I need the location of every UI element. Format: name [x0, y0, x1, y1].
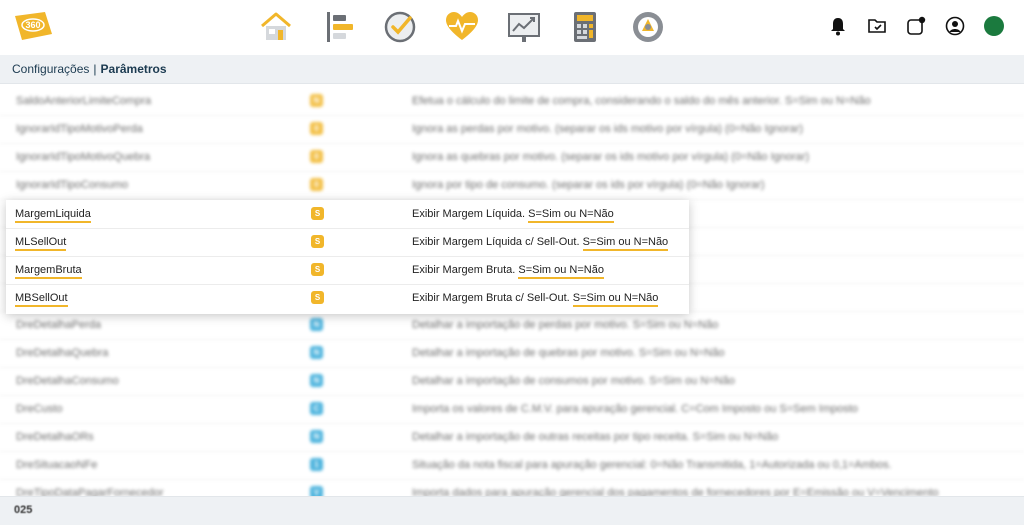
- param-value-badge: 0: [310, 178, 323, 191]
- table-row[interactable]: DreDetalhaQuebra N Detalhar a importação…: [0, 339, 1024, 368]
- param-description: Detalhar a importação de perdas por moti…: [412, 319, 719, 331]
- param-value-badge: 1: [310, 458, 323, 471]
- param-description: Exibir Margem Bruta c/ Sell-Out.: [412, 292, 573, 304]
- hierarchy-icon[interactable]: [322, 9, 358, 45]
- param-value-badge: 0: [310, 150, 323, 163]
- table-row[interactable]: MLSellOut S Exibir Margem Líquida c/ Sel…: [6, 228, 689, 257]
- table-footer: 025: [0, 496, 1024, 525]
- param-name: MargemBruta: [15, 264, 82, 279]
- breadcrumb-current: Parâmetros: [100, 62, 167, 76]
- notification-app-icon[interactable]: [906, 16, 926, 36]
- param-name: IgnorarIdTipoMotivoQuebra: [16, 151, 151, 163]
- param-name: DreTipoDataPagarFornecedor: [16, 487, 164, 496]
- param-description-highlight: S=Sim ou N=Não: [582, 236, 669, 251]
- param-description: Detalhar a importação de consumos por mo…: [412, 375, 735, 387]
- table-row[interactable]: IgnorarIdTipoConsumo 0 Ignora por tipo d…: [0, 171, 1024, 200]
- table-row[interactable]: IgnorarIdTipoMotivoPerda 0 Ignora as per…: [0, 115, 1024, 144]
- param-name: DreDetalhaConsumo: [16, 375, 119, 387]
- param-description-highlight: S=Sim ou N=Não: [572, 292, 659, 307]
- logo-text: 360: [25, 20, 40, 30]
- param-name: SaldoAnteriorLimiteCompra: [16, 95, 152, 107]
- param-description-highlight: S=Sim ou N=Não: [518, 264, 604, 279]
- breadcrumb-separator: |: [93, 62, 97, 76]
- table-row[interactable]: SaldoAnteriorLimiteCompra N Efetua o cál…: [0, 87, 1024, 116]
- param-name: DreDetalhaQuebra: [16, 347, 109, 359]
- param-description: Ignora as perdas por motivo. (separar os…: [412, 123, 803, 135]
- param-value-badge: N: [310, 94, 323, 107]
- param-description: Situação da nota fiscal para apuração ge…: [412, 459, 892, 471]
- check-circle-icon[interactable]: [382, 9, 418, 45]
- param-description: Exibir Margem Líquida.: [412, 208, 529, 220]
- param-description: Importa dados para apuração gerencial do…: [412, 487, 939, 496]
- param-description: Efetua o cálculo do limite de compra, co…: [412, 95, 871, 107]
- param-value-badge: N: [310, 318, 323, 331]
- param-name: MLSellOut: [15, 236, 67, 251]
- table-row[interactable]: DreTipoDataPagarFornecedor V Importa dad…: [0, 479, 1024, 496]
- table-row[interactable]: DreDetalhaConsumo N Detalhar a importaçã…: [0, 367, 1024, 396]
- param-name: DreCusto: [16, 403, 63, 415]
- param-value-badge: V: [310, 486, 323, 496]
- param-description: Exibir Margem Líquida c/ Sell-Out.: [412, 236, 583, 248]
- param-description-highlight: S=Sim ou N=Não: [528, 208, 614, 223]
- param-value-badge: N: [310, 430, 323, 443]
- param-name: DreSituacaoNFe: [16, 459, 98, 471]
- folder-check-icon[interactable]: [867, 16, 887, 36]
- settings-gear-icon[interactable]: [630, 9, 666, 45]
- table-row[interactable]: MBSellOut S Exibir Margem Bruta c/ Sell-…: [6, 284, 689, 312]
- breadcrumb-parent[interactable]: Configurações: [12, 62, 89, 76]
- param-value-badge: N: [310, 374, 323, 387]
- top-bar: 360: [0, 0, 1024, 55]
- record-count: 025: [14, 504, 33, 516]
- param-name: MBSellOut: [15, 292, 68, 307]
- table-row[interactable]: DreSituacaoNFe 1 Situação da nota fiscal…: [0, 451, 1024, 480]
- table-row[interactable]: MargemLiquida S Exibir Margem Líquida. S…: [6, 200, 689, 229]
- table-row[interactable]: DreCusto C Importa os valores de C.M.V. …: [0, 395, 1024, 424]
- table-row[interactable]: DreDetalhaORs N Detalhar a importação de…: [0, 423, 1024, 452]
- param-name: IgnorarIdTipoConsumo: [16, 179, 129, 191]
- highlighted-rows-card: MargemLiquida S Exibir Margem Líquida. S…: [6, 200, 689, 314]
- param-value-badge: C: [310, 402, 323, 415]
- calculator-icon[interactable]: [568, 9, 604, 45]
- app-logo[interactable]: 360: [12, 10, 54, 42]
- home-icon[interactable]: [258, 9, 294, 45]
- bell-icon[interactable]: [828, 16, 848, 36]
- table-row[interactable]: IgnorarIdTipoMotivoQuebra 0 Ignora as qu…: [0, 143, 1024, 172]
- param-description: Detalhar a importação de outras receitas…: [412, 431, 779, 443]
- param-value-badge: S: [311, 291, 324, 304]
- param-value-badge: S: [311, 207, 324, 220]
- param-name: MargemLiquida: [15, 208, 91, 223]
- breadcrumb: Configurações | Parâmetros: [12, 62, 167, 76]
- param-description: Ignora as quebras por motivo. (separar o…: [412, 151, 810, 163]
- param-value-badge: S: [311, 263, 324, 276]
- param-description: Exibir Margem Bruta.: [412, 264, 519, 276]
- table-row[interactable]: MargemBruta S Exibir Margem Bruta. S=Sim…: [6, 256, 689, 285]
- param-value-badge: S: [311, 235, 324, 248]
- param-description: Detalhar a importação de quebras por mot…: [412, 347, 725, 359]
- chart-board-icon[interactable]: [506, 9, 542, 45]
- breadcrumb-bar: Configurações | Parâmetros: [0, 55, 1024, 84]
- table-row[interactable]: DreDetalhaPerda N Detalhar a importação …: [0, 311, 1024, 340]
- param-value-badge: N: [310, 346, 323, 359]
- heart-pulse-icon[interactable]: [444, 9, 480, 45]
- param-description: Importa os valores de C.M.V. para apuraç…: [412, 403, 858, 415]
- param-value-badge: 0: [310, 122, 323, 135]
- status-indicator: [984, 16, 1004, 36]
- user-circle-icon[interactable]: [945, 16, 965, 36]
- param-description: Ignora por tipo de consumo. (separar os …: [412, 179, 765, 191]
- param-name: DreDetalhaORs: [16, 431, 94, 443]
- param-name: DreDetalhaPerda: [16, 319, 101, 331]
- param-name: IgnorarIdTipoMotivoPerda: [16, 123, 143, 135]
